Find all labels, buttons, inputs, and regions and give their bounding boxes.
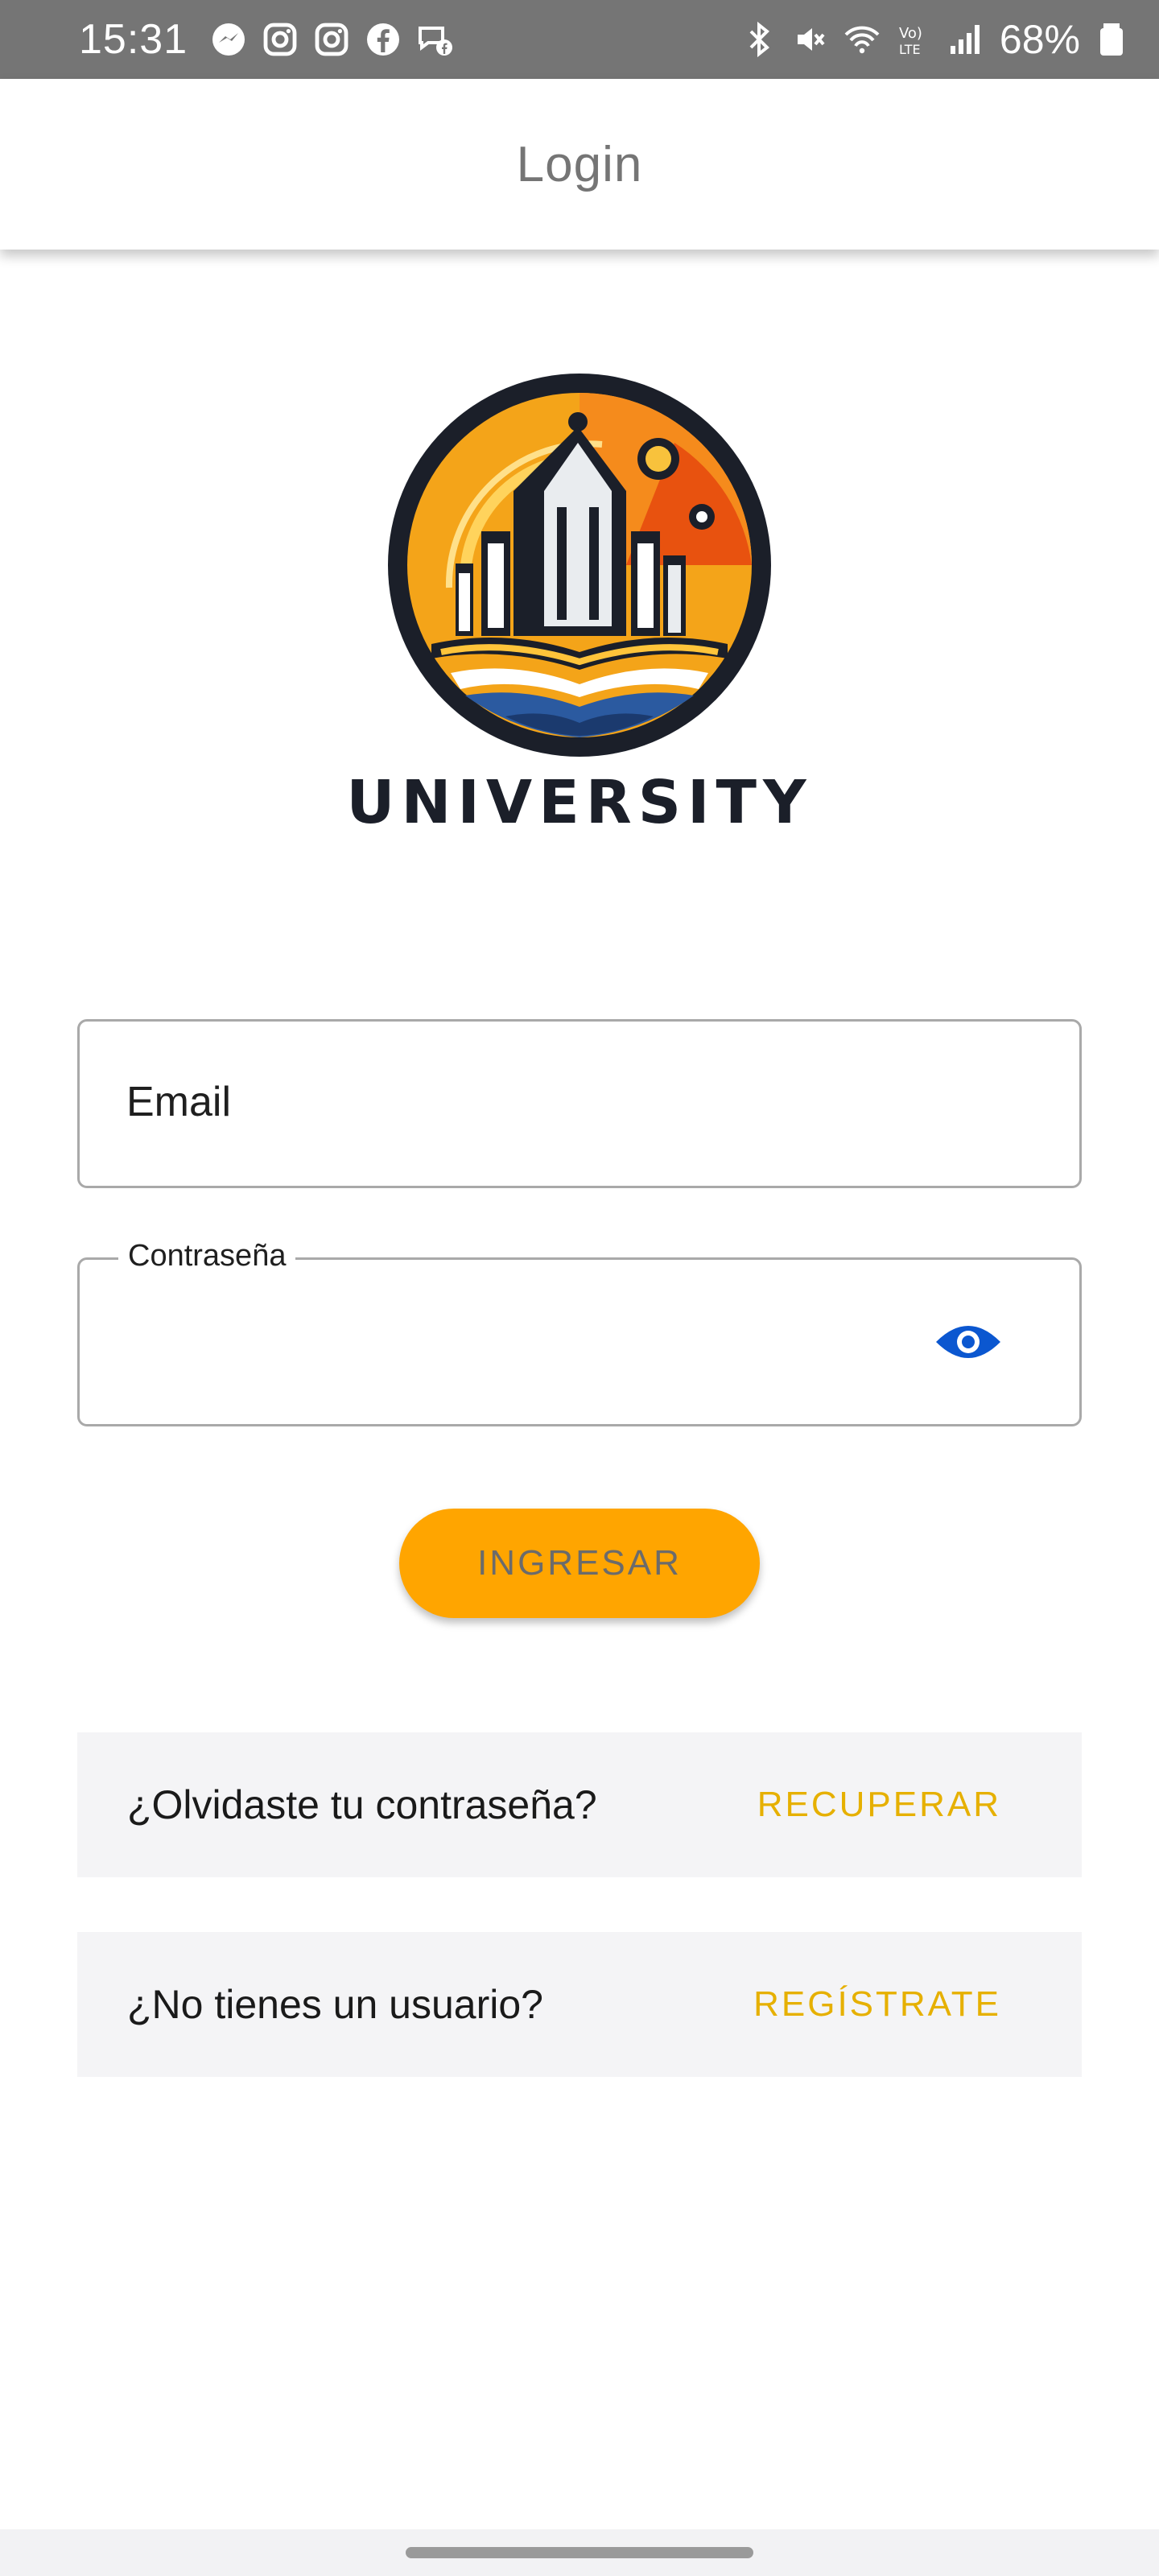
volte-icon: Vo) LTE [893, 19, 934, 60]
navigation-bar [0, 2529, 1159, 2576]
email-field[interactable]: Email [77, 1019, 1082, 1188]
bluetooth-icon [739, 19, 779, 60]
home-gesture-handle[interactable] [406, 2547, 753, 2558]
instagram-icon [311, 19, 352, 60]
messenger-icon [208, 19, 249, 60]
password-field[interactable]: Contraseña [77, 1239, 1082, 1426]
app-bar: Login [0, 79, 1159, 250]
svg-text:LTE: LTE [899, 42, 921, 57]
page-title: Login [516, 136, 643, 192]
status-bar: 15:31 Vo) LTE 68% [0, 0, 1159, 79]
svg-text:Vo): Vo) [899, 25, 922, 42]
eye-icon[interactable] [934, 1316, 1002, 1368]
instagram-icon [260, 19, 300, 60]
status-time: 15:31 [79, 16, 188, 63]
wifi-icon [842, 19, 882, 60]
password-label: Contraseña [118, 1239, 296, 1274]
logo-text: UNIVERSITY [346, 768, 813, 837]
mute-icon [790, 19, 831, 60]
facebook-icon [363, 19, 403, 60]
register-text: ¿No tienes un usuario? [127, 1982, 543, 2027]
forgot-password-row: ¿Olvidaste tu contraseña? RECUPERAR [77, 1732, 1082, 1877]
forgot-password-text: ¿Olvidaste tu contraseña? [127, 1782, 597, 1827]
register-button[interactable]: REGÍSTRATE [753, 1984, 1001, 2025]
email-placeholder: Email [126, 1079, 232, 1125]
login-button[interactable]: INGRESAR [399, 1509, 760, 1618]
battery-percentage: 68% [999, 17, 1080, 62]
battery-icon [1091, 19, 1132, 60]
facebook-chat-icon [415, 19, 455, 60]
recover-button[interactable]: RECUPERAR [757, 1785, 1001, 1825]
register-row: ¿No tienes un usuario? REGÍSTRATE [77, 1932, 1082, 2077]
status-right: Vo) LTE 68% [739, 16, 1132, 63]
university-logo: UNIVERSITY [346, 370, 806, 853]
signal-icon [945, 19, 985, 60]
university-emblem [388, 374, 771, 757]
status-left: 15:31 [79, 15, 455, 64]
